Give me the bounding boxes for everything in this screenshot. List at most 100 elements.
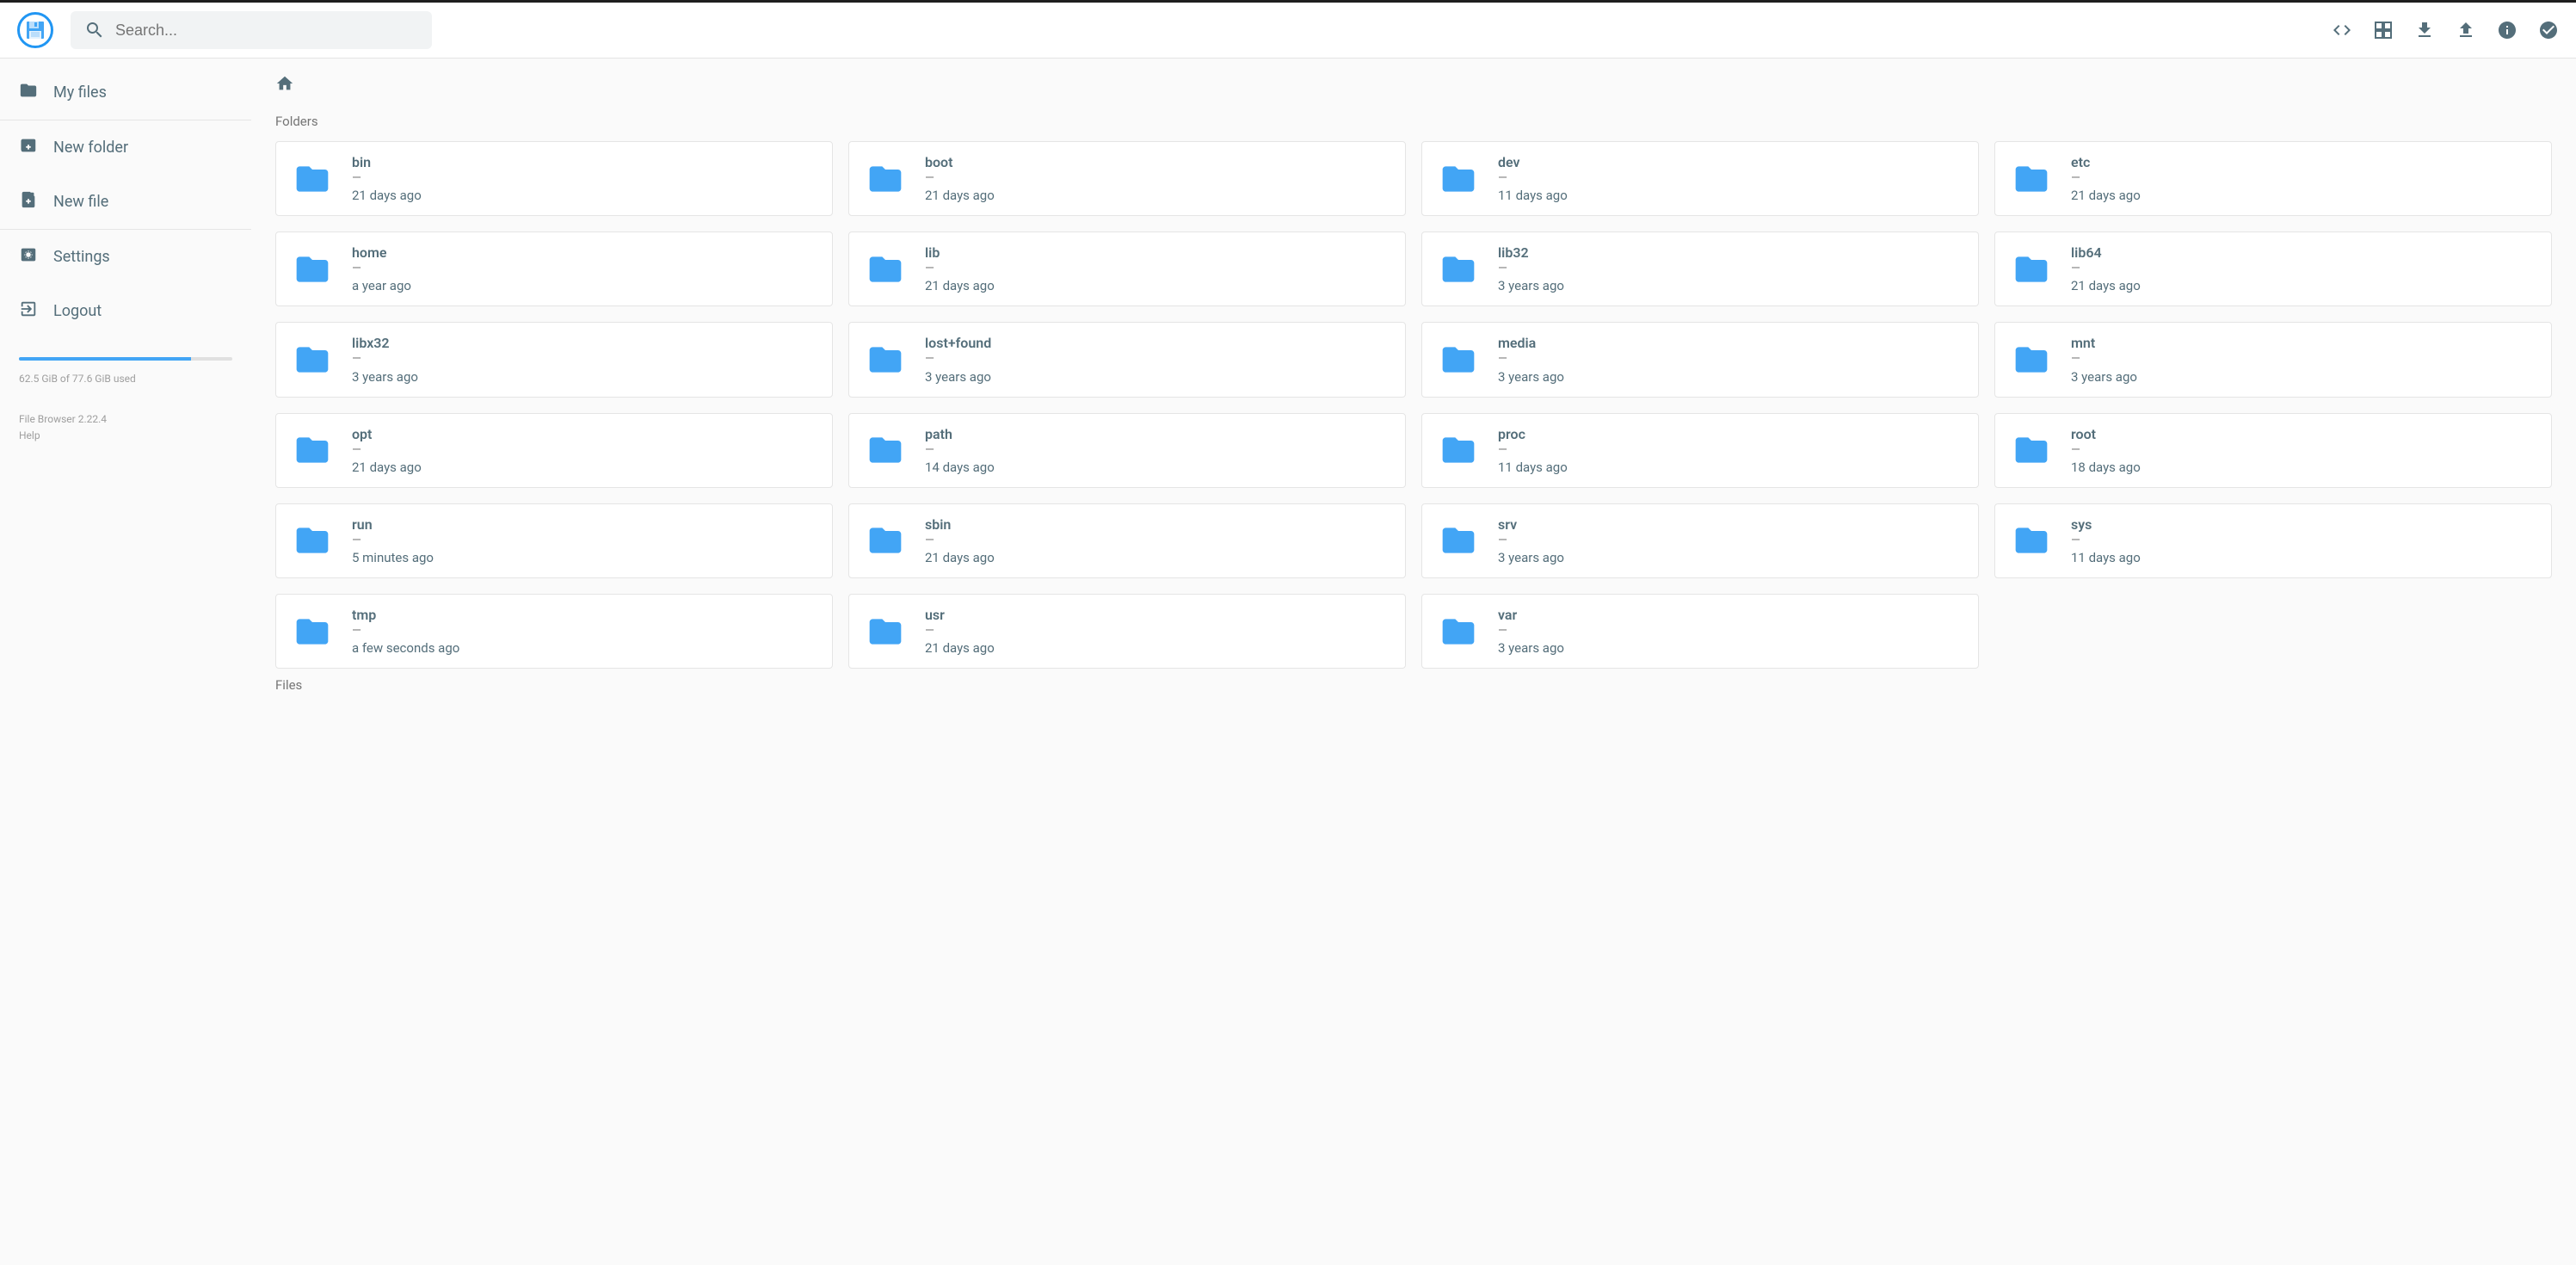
- folder-card[interactable]: lib32—3 years ago: [1421, 231, 1979, 306]
- folder-info: path—14 days ago: [925, 426, 1391, 475]
- folder-time: 21 days ago: [925, 640, 1391, 656]
- folder-card[interactable]: proc—11 days ago: [1421, 413, 1979, 488]
- folder-icon: [1436, 250, 1481, 288]
- view-grid-icon[interactable]: [2373, 20, 2394, 40]
- folder-info: bin—21 days ago: [352, 154, 818, 203]
- folder-icon: [2009, 341, 2054, 379]
- folder-card[interactable]: opt—21 days ago: [275, 413, 833, 488]
- files-section-label: Files: [275, 677, 2552, 693]
- folder-card[interactable]: run—5 minutes ago: [275, 503, 833, 578]
- folder-info: srv—3 years ago: [1498, 516, 1964, 565]
- folder-size: —: [1498, 533, 1964, 548]
- folder-info: lib32—3 years ago: [1498, 244, 1964, 293]
- folder-card[interactable]: lib—21 days ago: [848, 231, 1406, 306]
- floppy-disk-icon: [25, 20, 46, 40]
- folder-time: 21 days ago: [925, 550, 1391, 565]
- folder-size: —: [2071, 442, 2537, 458]
- folder-card[interactable]: path—14 days ago: [848, 413, 1406, 488]
- folder-size: —: [352, 261, 818, 276]
- folder-icon: [2009, 521, 2054, 559]
- search-box[interactable]: [71, 11, 432, 49]
- folder-size: —: [1498, 351, 1964, 367]
- folder-size: —: [352, 351, 818, 367]
- folder-card[interactable]: sbin—21 days ago: [848, 503, 1406, 578]
- logout-icon: [19, 299, 38, 323]
- info-icon[interactable]: [2497, 20, 2517, 40]
- folder-time: 3 years ago: [925, 369, 1391, 385]
- folder-card[interactable]: boot—21 days ago: [848, 141, 1406, 216]
- sidebar-item-new-folder[interactable]: New folder: [0, 120, 251, 175]
- folder-icon: [290, 431, 335, 469]
- folder-info: run—5 minutes ago: [352, 516, 818, 565]
- folder-icon: [1436, 613, 1481, 651]
- search-input[interactable]: [115, 22, 418, 40]
- folder-time: 11 days ago: [1498, 460, 1964, 475]
- sidebar-item-settings[interactable]: Settings: [0, 230, 251, 284]
- sidebar-item-label: Settings: [53, 248, 110, 266]
- app-logo[interactable]: [17, 12, 53, 48]
- download-icon[interactable]: [2414, 20, 2435, 40]
- folder-time: 11 days ago: [1498, 188, 1964, 203]
- folder-name: lib64: [2071, 244, 2537, 261]
- folder-name: run: [352, 516, 818, 533]
- folder-time: 3 years ago: [1498, 369, 1964, 385]
- folder-size: —: [925, 623, 1391, 639]
- folder-card[interactable]: var—3 years ago: [1421, 594, 1979, 669]
- folder-card[interactable]: media—3 years ago: [1421, 322, 1979, 397]
- folder-card[interactable]: srv—3 years ago: [1421, 503, 1979, 578]
- folder-name: sbin: [925, 516, 1391, 533]
- folder-card[interactable]: mnt—3 years ago: [1994, 322, 2552, 397]
- folder-time: 3 years ago: [2071, 369, 2537, 385]
- folder-info: mnt—3 years ago: [2071, 335, 2537, 384]
- folder-card[interactable]: bin—21 days ago: [275, 141, 833, 216]
- folder-card[interactable]: libx32—3 years ago: [275, 322, 833, 397]
- folder-time: 3 years ago: [352, 369, 818, 385]
- sidebar-item-my-files[interactable]: My files: [0, 65, 251, 120]
- folder-time: 21 days ago: [352, 460, 818, 475]
- folder-card[interactable]: etc—21 days ago: [1994, 141, 2552, 216]
- folder-card[interactable]: lib64—21 days ago: [1994, 231, 2552, 306]
- folder-info: home—a year ago: [352, 244, 818, 293]
- sidebar-item-logout[interactable]: Logout: [0, 284, 251, 338]
- help-link[interactable]: Help: [19, 428, 232, 444]
- folder-info: var—3 years ago: [1498, 607, 1964, 656]
- folders-grid: bin—21 days agoboot—21 days agodev—11 da…: [275, 141, 2552, 669]
- folder-size: —: [2071, 351, 2537, 367]
- folder-name: home: [352, 244, 818, 261]
- folder-time: 21 days ago: [925, 188, 1391, 203]
- folder-time: 3 years ago: [1498, 550, 1964, 565]
- folder-info: tmp—a few seconds ago: [352, 607, 818, 656]
- folder-icon: [863, 431, 908, 469]
- folder-card[interactable]: tmp—a few seconds ago: [275, 594, 833, 669]
- folder-time: 21 days ago: [2071, 188, 2537, 203]
- folder-name: sys: [2071, 516, 2537, 533]
- sidebar-item-label: New file: [53, 193, 108, 211]
- folder-card[interactable]: root—18 days ago: [1994, 413, 2552, 488]
- folder-card[interactable]: usr—21 days ago: [848, 594, 1406, 669]
- select-all-icon[interactable]: [2538, 20, 2559, 40]
- folder-info: boot—21 days ago: [925, 154, 1391, 203]
- folder-icon: [2009, 250, 2054, 288]
- create-folder-icon: [19, 136, 38, 159]
- folder-card[interactable]: sys—11 days ago: [1994, 503, 2552, 578]
- folder-size: —: [2071, 533, 2537, 548]
- folder-icon: [1436, 160, 1481, 198]
- folder-card[interactable]: dev—11 days ago: [1421, 141, 1979, 216]
- folder-size: —: [1498, 170, 1964, 186]
- disk-usage-text: 62.5 GiB of 77.6 GiB used: [19, 371, 232, 387]
- upload-icon[interactable]: [2456, 20, 2476, 40]
- folder-time: 14 days ago: [925, 460, 1391, 475]
- disk-usage-fill: [19, 357, 191, 361]
- folder-card[interactable]: lost+found—3 years ago: [848, 322, 1406, 397]
- settings-icon: [19, 245, 38, 268]
- folder-size: —: [352, 533, 818, 548]
- home-icon[interactable]: [275, 80, 294, 96]
- sidebar-item-new-file[interactable]: New file: [0, 175, 251, 230]
- folder-size: —: [2071, 170, 2537, 186]
- folder-card[interactable]: home—a year ago: [275, 231, 833, 306]
- folder-info: opt—21 days ago: [352, 426, 818, 475]
- breadcrumb: [275, 74, 2552, 96]
- folder-info: usr—21 days ago: [925, 607, 1391, 656]
- folder-icon: [290, 341, 335, 379]
- shell-icon[interactable]: [2332, 20, 2352, 40]
